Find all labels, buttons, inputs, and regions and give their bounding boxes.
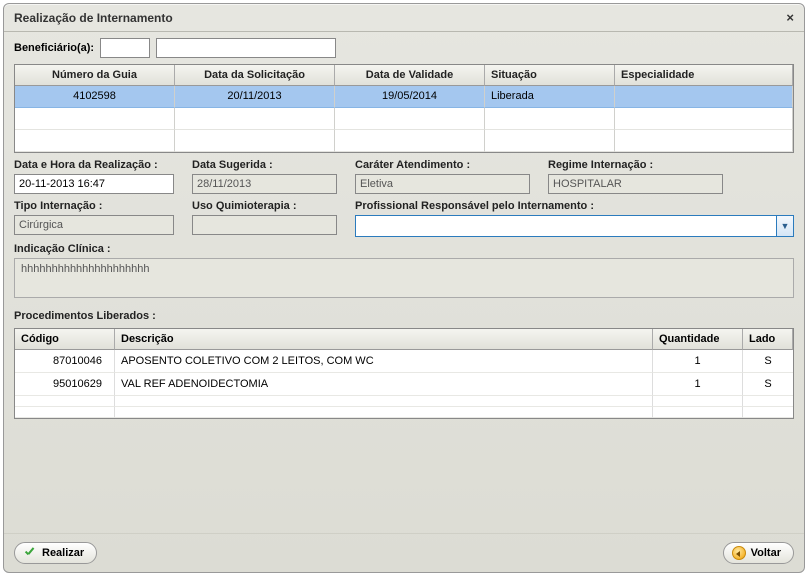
cell-descricao: VAL REF ADENOIDECTOMIA xyxy=(115,373,653,396)
regime-label: Regime Internação : xyxy=(548,159,723,171)
col-data-solicitacao[interactable]: Data da Solicitação xyxy=(175,65,335,86)
indic-label: Indicação Clínica : xyxy=(14,243,794,255)
guide-row-empty[interactable] xyxy=(15,130,793,152)
proc-row[interactable]: 95010629 VAL REF ADENOIDECTOMIA 1 S xyxy=(15,373,793,396)
indic-box: hhhhhhhhhhhhhhhhhhhhh xyxy=(14,258,794,298)
dialog-title: Realização de Internamento xyxy=(14,11,173,25)
guide-table-header: Número da Guia Data da Solicitação Data … xyxy=(15,65,793,86)
proc-row-empty[interactable] xyxy=(15,396,793,407)
col-codigo[interactable]: Código xyxy=(15,329,115,350)
quimio-label: Uso Quimioterapia : xyxy=(192,200,337,212)
datahora-label: Data e Hora da Realização : xyxy=(14,159,174,171)
beneficiario-code-input[interactable] xyxy=(100,38,150,58)
beneficiario-label: Beneficiário(a): xyxy=(14,42,94,54)
proc-table: Código Descrição Quantidade Lado 8701004… xyxy=(14,328,794,419)
form-row-1: Data e Hora da Realização : Data Sugerid… xyxy=(14,159,794,194)
form-row-2: Tipo Internação : Uso Quimioterapia : Pr… xyxy=(14,200,794,237)
cell-solicitacao: 20/11/2013 xyxy=(175,86,335,108)
cell-descricao: APOSENTO COLETIVO COM 2 LEITOS, COM WC xyxy=(115,350,653,373)
titlebar: Realização de Internamento × xyxy=(4,4,804,32)
datasug-label: Data Sugerida : xyxy=(192,159,337,171)
guide-row[interactable]: 4102598 20/11/2013 19/05/2014 Liberada xyxy=(15,86,793,108)
tipo-label: Tipo Internação : xyxy=(14,200,174,212)
col-descricao[interactable]: Descrição xyxy=(115,329,653,350)
col-numero-guia[interactable]: Número da Guia xyxy=(15,65,175,86)
col-lado[interactable]: Lado xyxy=(743,329,793,350)
col-situacao[interactable]: Situação xyxy=(485,65,615,86)
back-icon xyxy=(732,546,746,560)
cell-lado: S xyxy=(743,350,793,373)
footer: Realizar Voltar xyxy=(4,533,804,572)
prof-input[interactable] xyxy=(355,215,776,237)
beneficiario-name-input[interactable] xyxy=(156,38,336,58)
indicacao-col: Indicação Clínica : hhhhhhhhhhhhhhhhhhhh… xyxy=(14,243,794,298)
carater-label: Caráter Atendimento : xyxy=(355,159,530,171)
proc-row[interactable]: 87010046 APOSENTO COLETIVO COM 2 LEITOS,… xyxy=(15,350,793,373)
beneficiario-row: Beneficiário(a): xyxy=(14,38,794,58)
proc-title: Procedimentos Liberados : xyxy=(14,310,794,322)
cell-qtd: 1 xyxy=(653,350,743,373)
tipo-input xyxy=(14,215,174,235)
guide-table: Número da Guia Data da Solicitação Data … xyxy=(14,64,794,153)
realizar-button[interactable]: Realizar xyxy=(14,542,97,564)
close-icon[interactable]: × xyxy=(786,10,794,25)
guide-row-empty[interactable] xyxy=(15,108,793,130)
proc-table-header: Código Descrição Quantidade Lado xyxy=(15,329,793,350)
cell-validade: 19/05/2014 xyxy=(335,86,485,108)
regime-input xyxy=(548,174,723,194)
proc-row-empty[interactable] xyxy=(15,407,793,418)
chevron-down-icon[interactable]: ▼ xyxy=(776,215,794,237)
cell-especialidade xyxy=(615,86,793,108)
cell-numero: 4102598 xyxy=(15,86,175,108)
voltar-label: Voltar xyxy=(751,547,781,559)
col-quantidade[interactable]: Quantidade xyxy=(653,329,743,350)
dialog-realizacao-internamento: Realização de Internamento × Beneficiári… xyxy=(3,3,805,573)
realizar-label: Realizar xyxy=(42,547,84,559)
cell-codigo: 95010629 xyxy=(15,373,115,396)
cell-situacao: Liberada xyxy=(485,86,615,108)
datahora-input[interactable] xyxy=(14,174,174,194)
cell-lado: S xyxy=(743,373,793,396)
voltar-button[interactable]: Voltar xyxy=(723,542,794,564)
datasug-input xyxy=(192,174,337,194)
dialog-content: Beneficiário(a): Número da Guia Data da … xyxy=(4,32,804,533)
quimio-input xyxy=(192,215,337,235)
cell-qtd: 1 xyxy=(653,373,743,396)
prof-combo[interactable]: ▼ xyxy=(355,215,794,237)
guide-table-body: 4102598 20/11/2013 19/05/2014 Liberada xyxy=(15,86,793,152)
cell-codigo: 87010046 xyxy=(15,350,115,373)
col-data-validade[interactable]: Data de Validade xyxy=(335,65,485,86)
proc-table-body: 87010046 APOSENTO COLETIVO COM 2 LEITOS,… xyxy=(15,350,793,418)
check-icon xyxy=(23,546,37,560)
carater-input xyxy=(355,174,530,194)
prof-label: Profissional Responsável pelo Internamen… xyxy=(355,200,794,212)
col-especialidade[interactable]: Especialidade xyxy=(615,65,793,86)
